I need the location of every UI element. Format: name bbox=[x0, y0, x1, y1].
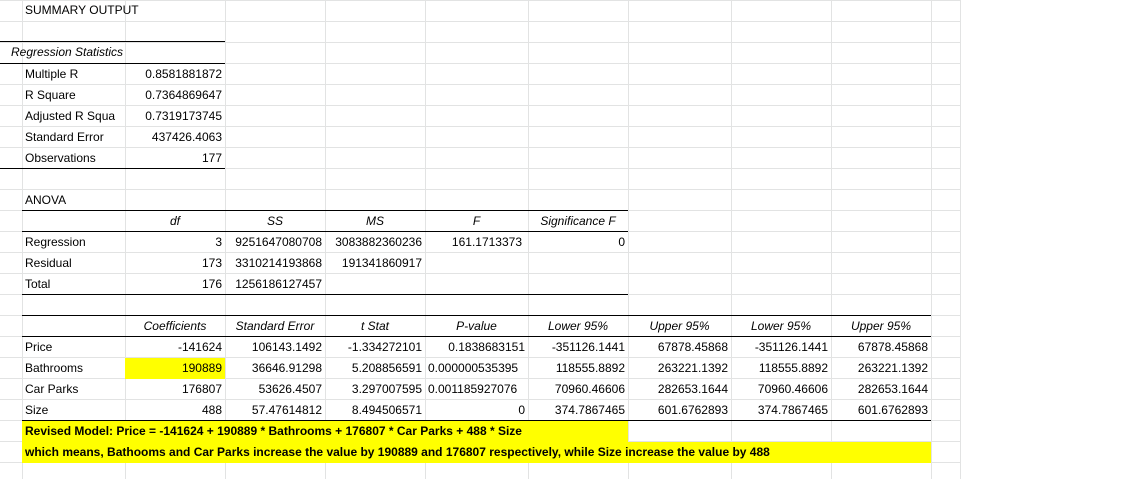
coef-row-label[interactable]: Price bbox=[22, 337, 125, 358]
anova-row-label[interactable]: Residual bbox=[22, 253, 125, 274]
coef-cell-coefficient[interactable]: 488 bbox=[125, 400, 225, 421]
regstat-label[interactable]: Observations bbox=[22, 148, 125, 169]
coef-cell-lower-95-b[interactable]: -351126.1441 bbox=[731, 337, 831, 358]
anova-header-significance-f[interactable]: Significance F bbox=[528, 211, 628, 232]
anova-row-label[interactable]: Total bbox=[22, 274, 125, 295]
regstat-value[interactable]: 0.7364869647 bbox=[125, 85, 225, 106]
coef-cell-upper-95[interactable]: 67878.45868 bbox=[628, 337, 731, 358]
anova-cell-ms[interactable]: 3083882360236 bbox=[325, 232, 425, 253]
coef-row-label[interactable]: Car Parks bbox=[22, 379, 125, 400]
coef-cell-lower-95-b[interactable]: 118555.8892 bbox=[731, 358, 831, 379]
coef-cell-p-value[interactable]: 0.1838683151 bbox=[425, 337, 528, 358]
anova-bottom-rule bbox=[22, 294, 628, 295]
coef-cell-lower-95[interactable]: 374.7867465 bbox=[528, 400, 628, 421]
coef-cell-t-stat[interactable]: 8.494506571 bbox=[325, 400, 425, 421]
coef-cell-upper-95[interactable]: 263221.1392 bbox=[628, 358, 731, 379]
summary-output-title[interactable]: SUMMARY OUTPUT bbox=[22, 0, 322, 21]
anova-cell-f[interactable]: 161.1713373 bbox=[425, 232, 525, 253]
gridline-vertical bbox=[960, 0, 961, 479]
coef-header-coefficients[interactable]: Coefficients bbox=[125, 316, 225, 337]
coef-cell-upper-95-b[interactable]: 282653.1644 bbox=[831, 379, 931, 400]
coef-cell-lower-95[interactable]: 70960.46606 bbox=[528, 379, 628, 400]
anova-header-df[interactable]: df bbox=[125, 211, 225, 232]
anova-cell-df[interactable]: 173 bbox=[125, 253, 225, 274]
coef-cell-p-value[interactable]: 0.001185927076 bbox=[425, 379, 528, 400]
anova-title[interactable]: ANOVA bbox=[22, 190, 122, 211]
regression-statistics-header[interactable]: Regression Statistics bbox=[8, 42, 208, 63]
coef-cell-p-value[interactable]: 0 bbox=[425, 400, 528, 421]
regstat-label[interactable]: Standard Error bbox=[22, 127, 125, 148]
anova-header-f[interactable]: F bbox=[425, 211, 528, 232]
regstat-value[interactable]: 0.7319173745 bbox=[125, 106, 225, 127]
regstat-label[interactable]: R Square bbox=[22, 85, 125, 106]
coef-header-t-stat[interactable]: t Stat bbox=[325, 316, 425, 337]
interpretation-note[interactable]: which means, Bathooms and Car Parks incr… bbox=[22, 442, 931, 463]
coef-row-label[interactable]: Size bbox=[22, 400, 125, 421]
coef-cell-upper-95[interactable]: 601.6762893 bbox=[628, 400, 731, 421]
coef-cell-upper-95-b[interactable]: 601.6762893 bbox=[831, 400, 931, 421]
regstat-value[interactable]: 177 bbox=[125, 148, 225, 169]
regstat-bottom-rule bbox=[0, 168, 225, 169]
regstat-label[interactable]: Adjusted R Squa bbox=[22, 106, 125, 127]
anova-cell-ms[interactable]: 191341860917 bbox=[325, 253, 425, 274]
anova-cell-df[interactable]: 176 bbox=[125, 274, 225, 295]
gridline-horizontal bbox=[0, 189, 960, 190]
regstat-value[interactable]: 437426.4063 bbox=[125, 127, 225, 148]
coef-header-upper-95-b[interactable]: Upper 95% bbox=[831, 316, 931, 337]
gridline-vertical bbox=[931, 0, 932, 479]
coef-cell-coefficient[interactable]: -141624 bbox=[125, 337, 225, 358]
coef-cell-p-value[interactable]: 0.000000535395 bbox=[425, 358, 528, 379]
coef-cell-lower-95[interactable]: 118555.8892 bbox=[528, 358, 628, 379]
coef-header-lower-95-b[interactable]: Lower 95% bbox=[731, 316, 831, 337]
coef-header-lower-95[interactable]: Lower 95% bbox=[528, 316, 628, 337]
gridline-horizontal bbox=[0, 21, 960, 22]
anova-cell-significance-f[interactable]: 0 bbox=[528, 232, 628, 253]
coef-cell-standard-error[interactable]: 106143.1492 bbox=[225, 337, 325, 358]
coef-cell-coefficient[interactable]: 176807 bbox=[125, 379, 225, 400]
anova-cell-ss[interactable]: 9251647080708 bbox=[225, 232, 325, 253]
coef-cell-t-stat[interactable]: 3.297007595 bbox=[325, 379, 425, 400]
anova-cell-df[interactable]: 3 bbox=[125, 232, 225, 253]
anova-header-ms[interactable]: MS bbox=[325, 211, 425, 232]
coef-row-label[interactable]: Bathrooms bbox=[22, 358, 125, 379]
anova-cell-ss[interactable]: 1256186127457 bbox=[225, 274, 325, 295]
spreadsheet-grid[interactable]: SUMMARY OUTPUT Regression Statistics Mul… bbox=[0, 0, 1131, 479]
anova-row-label[interactable]: Regression bbox=[22, 232, 125, 253]
regstat-label[interactable]: Multiple R bbox=[22, 64, 125, 85]
coef-cell-lower-95-b[interactable]: 374.7867465 bbox=[731, 400, 831, 421]
revised-model-note[interactable]: Revised Model: Price = -141624 + 190889 … bbox=[22, 421, 628, 442]
coef-cell-standard-error[interactable]: 53626.4507 bbox=[225, 379, 325, 400]
coef-cell-upper-95[interactable]: 282653.1644 bbox=[628, 379, 731, 400]
regstat-value[interactable]: 0.8581881872 bbox=[125, 64, 225, 85]
anova-header-ss[interactable]: SS bbox=[225, 211, 325, 232]
coef-cell-upper-95-b[interactable]: 67878.45868 bbox=[831, 337, 931, 358]
coef-header-upper-95[interactable]: Upper 95% bbox=[628, 316, 731, 337]
anova-cell-ss[interactable]: 3310214193868 bbox=[225, 253, 325, 274]
coef-cell-coefficient-highlighted[interactable]: 190889 bbox=[125, 358, 225, 379]
coef-header-p-value[interactable]: P-value bbox=[425, 316, 528, 337]
coef-cell-t-stat[interactable]: 5.208856591 bbox=[325, 358, 425, 379]
coef-cell-t-stat[interactable]: -1.334272101 bbox=[325, 337, 425, 358]
coef-header-standard-error[interactable]: Standard Error bbox=[225, 316, 325, 337]
coef-cell-lower-95-b[interactable]: 70960.46606 bbox=[731, 379, 831, 400]
coef-cell-standard-error[interactable]: 36646.91298 bbox=[225, 358, 325, 379]
coef-cell-lower-95[interactable]: -351126.1441 bbox=[528, 337, 628, 358]
coef-cell-standard-error[interactable]: 57.47614812 bbox=[225, 400, 325, 421]
coef-cell-upper-95-b[interactable]: 263221.1392 bbox=[831, 358, 931, 379]
